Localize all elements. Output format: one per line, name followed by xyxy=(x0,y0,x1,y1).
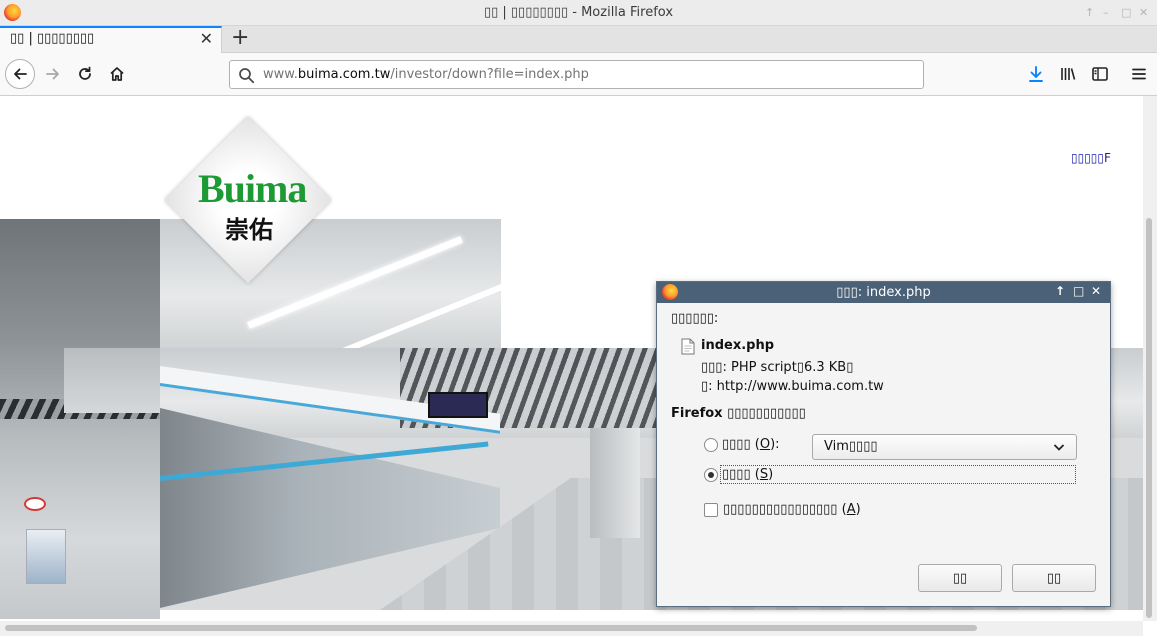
url-bar[interactable]: www.buima.com.tw/investor/down?file=inde… xyxy=(229,60,924,89)
sidebar-button[interactable] xyxy=(1085,59,1115,89)
downloads-button[interactable] xyxy=(1021,59,1051,89)
save-file-label[interactable]: ▯▯▯▯ (S) xyxy=(722,467,773,482)
download-arrow-icon xyxy=(1029,66,1043,82)
file-icon xyxy=(681,338,695,355)
chevron-down-icon xyxy=(1053,444,1065,451)
dialog-title: ▯▯▯: index.php xyxy=(836,285,931,300)
back-arrow-icon xyxy=(14,68,27,80)
library-icon xyxy=(1061,68,1076,80)
logo-chinese-text: 崇佑 xyxy=(225,216,273,244)
cancel-button[interactable]: ▯▯ xyxy=(1012,564,1096,592)
forward-arrow-icon xyxy=(46,68,59,80)
save-file-radio[interactable] xyxy=(704,468,718,482)
logo-text: Buima xyxy=(198,166,307,211)
open-with-label[interactable]: ▯▯▯▯ (O): xyxy=(722,437,780,452)
vertical-scrollbar[interactable] xyxy=(1143,96,1157,621)
window-close-icon[interactable]: ✕ xyxy=(1139,6,1148,19)
file-source: ▯: http://www.buima.com.tw xyxy=(701,379,884,394)
horizontal-scrollbar[interactable] xyxy=(0,621,1143,636)
hamburger-menu-icon xyxy=(1132,68,1146,80)
corner-link[interactable]: ▯▯▯▯▯F xyxy=(1071,151,1111,165)
open-with-app-select[interactable]: Vim▯▯▯▯ xyxy=(812,434,1077,460)
file-type: ▯▯▯: PHP script▯6.3 KB▯ xyxy=(701,360,854,375)
reload-button[interactable] xyxy=(70,59,100,89)
download-dialog: ▯▯▯: index.php ↑ □ ✕ ▯▯▯▯▯▯: index.php ▯… xyxy=(656,281,1111,607)
tab-strip: ▯▯ | ▯▯▯▯▯▯▯▯ ✕ + xyxy=(0,25,1157,53)
dialog-maximize-icon[interactable]: □ xyxy=(1073,284,1084,298)
open-with-radio[interactable] xyxy=(704,438,718,452)
home-icon xyxy=(110,67,124,81)
remember-choice-checkbox[interactable] xyxy=(704,503,718,517)
window-minimize-icon[interactable]: – xyxy=(1103,6,1109,19)
save-file-focus xyxy=(720,465,1076,484)
forward-button[interactable] xyxy=(38,59,68,89)
navigation-toolbar: www.buima.com.tw/investor/down?file=inde… xyxy=(0,53,1157,96)
sidebar-icon xyxy=(1092,67,1108,81)
tab-title: ▯▯ | ▯▯▯▯▯▯▯▯ xyxy=(10,31,95,46)
dialog-titlebar: ▯▯▯: index.php ↑ □ ✕ xyxy=(657,282,1110,303)
banner-image-left xyxy=(0,219,160,619)
url-text: www.buima.com.tw/investor/down?file=inde… xyxy=(263,67,589,82)
new-tab-button[interactable]: + xyxy=(231,25,249,51)
horizontal-scroll-thumb[interactable] xyxy=(5,625,977,631)
dialog-close-icon[interactable]: ✕ xyxy=(1091,284,1101,298)
menu-button[interactable] xyxy=(1124,59,1154,89)
library-button[interactable] xyxy=(1053,59,1083,89)
search-icon xyxy=(239,68,255,84)
opening-label: ▯▯▯▯▯▯: xyxy=(671,311,719,326)
vertical-scroll-thumb[interactable] xyxy=(1146,218,1152,618)
open-with-app-value: Vim▯▯▯▯ xyxy=(824,439,878,454)
reload-icon xyxy=(79,66,91,80)
window-maximize-icon[interactable]: □ xyxy=(1121,6,1131,19)
ok-button[interactable]: ▯▯ xyxy=(918,564,1002,592)
window-pin-icon[interactable]: ↑ xyxy=(1085,6,1094,19)
banner-image-fragment xyxy=(64,348,160,413)
window-titlebar: ▯▯ | ▯▯▯▯▯▯▯▯ - Mozilla Firefox ↑ – □ ✕ xyxy=(0,0,1157,26)
active-tab[interactable]: ▯▯ | ▯▯▯▯▯▯▯▯ ✕ xyxy=(0,26,222,53)
remember-choice-label[interactable]: ▯▯▯▯▯▯▯▯▯▯▯▯▯▯▯▯ (A) xyxy=(723,502,861,517)
back-button[interactable] xyxy=(5,59,35,89)
dialog-pin-icon[interactable]: ↑ xyxy=(1055,284,1065,298)
home-button[interactable] xyxy=(102,59,132,89)
window-title: ▯▯ | ▯▯▯▯▯▯▯▯ - Mozilla Firefox xyxy=(483,5,674,20)
action-question: Firefox ▯▯▯▯▯▯▯▯▯▯▯ xyxy=(671,406,806,421)
tab-close-icon[interactable]: ✕ xyxy=(200,29,213,48)
file-name: index.php xyxy=(701,338,775,353)
